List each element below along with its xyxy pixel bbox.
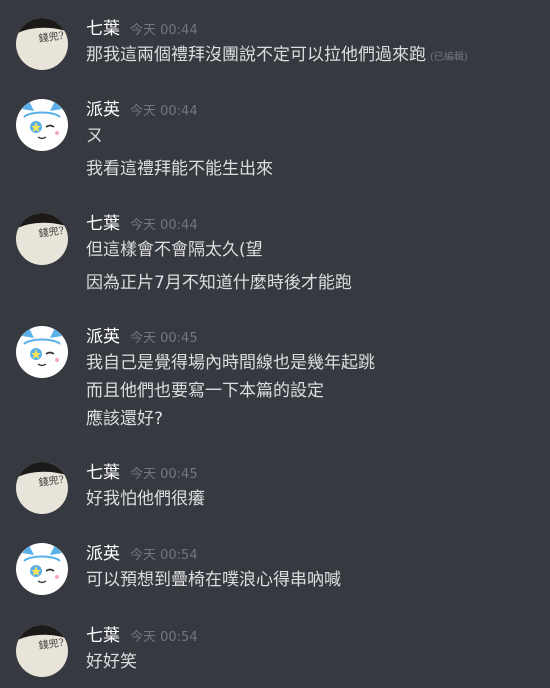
message-text: 因為正片7月不知道什麼時後才能跑 xyxy=(86,273,352,293)
message-text: 那我這兩個禮拜沒團說不定可以拉他們過來跑 (已編輯) xyxy=(86,44,468,69)
message-header: 派英 今天 00:54 xyxy=(86,543,198,565)
message-header: 派英 今天 00:45 xyxy=(86,326,198,348)
message-header: 七葉 今天 00:54 xyxy=(86,625,198,647)
username[interactable]: 七葉 xyxy=(86,626,120,646)
white-cat-avatar[interactable] xyxy=(16,326,68,378)
message-text: 可以預想到疊椅在噗浪心得串吶喊 xyxy=(86,570,341,590)
calligraphy-avatar-image: 錢兜? xyxy=(16,213,68,265)
message-text: ㄡ xyxy=(86,126,103,146)
username[interactable]: 派英 xyxy=(86,544,120,564)
message-text: 應該還好? xyxy=(86,409,164,429)
message-text: 而且他們也要寫一下本篇的設定 xyxy=(86,381,324,401)
timestamp: 今天 00:45 xyxy=(130,331,198,346)
timestamp: 今天 00:54 xyxy=(130,548,198,563)
calligraphy-avatar-image: 錢兜? xyxy=(16,462,68,514)
chat-message-list: 錢兜? 七葉 今天 00:44 那我這兩個禮拜沒團說不定可以拉他們過來跑 (已編輯)… xyxy=(0,0,550,688)
edited-indicator: (已編輯) xyxy=(430,52,468,63)
white-cat-avatar-image xyxy=(16,99,68,151)
timestamp: 今天 00:44 xyxy=(130,218,198,233)
calligraphy-avatar[interactable]: 錢兜? xyxy=(16,625,68,677)
message-header: 七葉 今天 00:44 xyxy=(86,18,198,40)
calligraphy-avatar[interactable]: 錢兜? xyxy=(16,462,68,514)
white-cat-avatar[interactable] xyxy=(16,543,68,595)
message-text: 我看這禮拜能不能生出來 xyxy=(86,159,273,179)
message-header: 七葉 今天 00:44 xyxy=(86,213,198,235)
calligraphy-avatar-image: 錢兜? xyxy=(16,625,68,677)
username[interactable]: 七葉 xyxy=(86,463,120,483)
message-header: 七葉 今天 00:45 xyxy=(86,462,198,484)
username[interactable]: 派英 xyxy=(86,327,120,347)
message-text: 好好笑 xyxy=(86,652,137,672)
username[interactable]: 派英 xyxy=(86,100,120,120)
timestamp: 今天 00:54 xyxy=(130,630,198,645)
timestamp: 今天 00:45 xyxy=(130,467,198,482)
message-text: 好我怕他們很癢 xyxy=(86,489,205,509)
username[interactable]: 七葉 xyxy=(86,214,120,234)
white-cat-avatar-image xyxy=(16,543,68,595)
timestamp: 今天 00:44 xyxy=(130,23,198,38)
message-text: 我自己是覺得場內時間線也是幾年起跳 xyxy=(86,353,375,373)
message-line: 那我這兩個禮拜沒團說不定可以拉他們過來跑 xyxy=(86,45,426,65)
white-cat-avatar[interactable] xyxy=(16,99,68,151)
username[interactable]: 七葉 xyxy=(86,19,120,39)
timestamp: 今天 00:44 xyxy=(130,104,198,119)
calligraphy-avatar-image: 錢兜? xyxy=(16,18,68,70)
message-text: 但這樣會不會隔太久(望 xyxy=(86,240,263,260)
message-header: 派英 今天 00:44 xyxy=(86,99,198,121)
calligraphy-avatar[interactable]: 錢兜? xyxy=(16,18,68,70)
calligraphy-avatar[interactable]: 錢兜? xyxy=(16,213,68,265)
white-cat-avatar-image xyxy=(16,326,68,378)
